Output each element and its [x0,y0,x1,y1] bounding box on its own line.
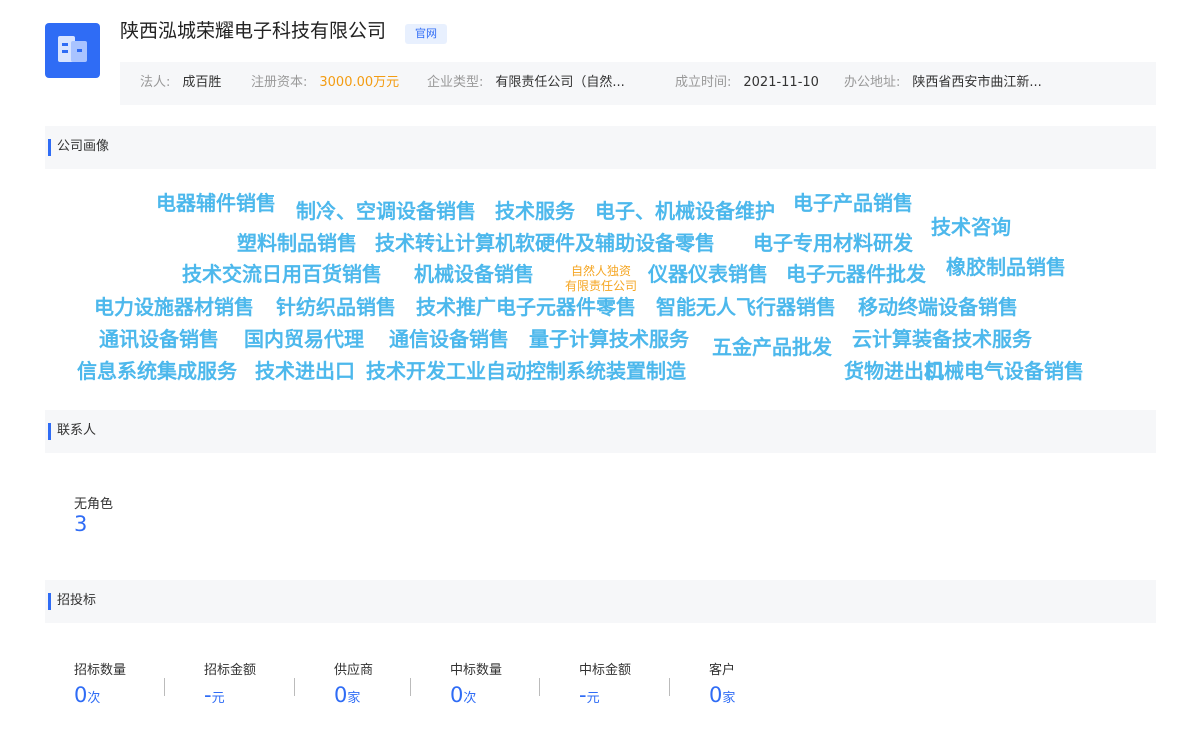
stat-divider [164,678,165,696]
cloud-word[interactable]: 量子计算技术服务 [529,329,689,349]
info-legal-person: 法人: 成百胜 [140,62,221,104]
section-company-portrait: 公司画像 [45,126,1156,169]
stat-win-amount: 中标金额 -元 [579,662,631,712]
section-title: 联系人 [57,423,97,438]
cloud-center-line: 有限责任公司 [564,279,637,293]
cloud-word[interactable]: 机械电气设备销售 [924,361,1084,381]
cloud-word[interactable]: 计算机软硬件及辅助设备零售 [455,233,715,253]
cloud-word[interactable]: 电子专用材料研发 [753,233,913,253]
cloud-word[interactable]: 通信设备销售 [389,329,509,349]
cloud-word[interactable]: 工业自动控制系统装置制造 [446,361,686,381]
info-label: 企业类型: [427,75,484,90]
section-title: 公司画像 [57,139,110,154]
stat-label: 招标金额 [204,663,257,678]
stat-tender-amount: 招标金额 -元 [204,662,256,712]
stat-value[interactable]: 0家 [709,682,735,712]
cloud-word[interactable]: 仪器仪表销售 [648,264,768,284]
cloud-word[interactable]: 技术开发 [366,361,446,381]
company-logo-icon [45,23,100,78]
cloud-word[interactable]: 电子、机械设备维护 [595,201,775,221]
cloud-word[interactable]: 技术推广 [416,297,496,317]
cloud-word[interactable]: 电子产品销售 [793,193,913,213]
info-label: 办公地址: [844,75,901,90]
info-registered-capital: 注册资本: 3000.00万元 [251,62,399,104]
cloud-word[interactable]: 塑料制品销售 [237,233,357,253]
stat-label: 客户 [709,663,736,678]
info-value: 陕西省西安市曲江新... [912,75,1042,90]
cloud-word[interactable]: 技术进出口 [255,361,355,381]
company-name: 陕西泓城荣耀电子科技有限公司 [120,20,387,42]
stat-label: 中标金额 [579,663,632,678]
official-site-link[interactable]: 官网 [405,24,447,44]
stat-supplier: 供应商 0家 [334,662,373,712]
info-company-type: 企业类型: 有限责任公司（自然... [427,62,625,104]
info-office-address: 办公地址: 陕西省西安市曲江新... [844,62,1042,104]
stat-divider [294,678,295,696]
cloud-word[interactable]: 通讯设备销售 [99,329,219,349]
cloud-word[interactable]: 智能无人飞行器销售 [656,297,836,317]
stat-label: 供应商 [334,663,374,678]
info-label: 成立时间: [675,75,732,90]
company-info-bar: 法人: 成百胜 注册资本: 3000.00万元 企业类型: 有限责任公司（自然... … [120,62,1156,105]
stat-value[interactable]: -元 [204,682,256,712]
cloud-center-line: 自然人独资 [570,264,631,278]
cloud-word[interactable]: 日用百货销售 [262,264,382,284]
cloud-word[interactable]: 橡胶制品销售 [946,257,1066,277]
cloud-word[interactable]: 电器辅件销售 [156,193,276,213]
stat-divider [410,678,411,696]
stat-value[interactable]: 0次 [450,682,502,712]
stat-label: 招标数量 [74,663,127,678]
section-contacts: 联系人 [45,410,1156,453]
section-bidding: 招投标 [45,580,1156,623]
info-value[interactable]: 成百胜 [182,75,221,90]
cloud-word[interactable]: 机械设备销售 [414,264,534,284]
cloud-word[interactable]: 技术服务 [495,201,575,221]
stat-divider [669,678,670,696]
cloud-word[interactable]: 移动终端设备销售 [858,297,1018,317]
info-value: 2021-11-10 [743,75,819,90]
stat-divider [539,678,540,696]
cloud-word[interactable]: 五金产品批发 [712,337,832,357]
info-value: 有限责任公司（自然... [495,75,625,90]
cloud-word[interactable]: 电子元器件批发 [786,264,926,284]
contact-role-label: 无角色 [74,497,114,512]
info-established-date: 成立时间: 2021-11-10 [675,62,819,104]
section-marker [48,593,51,610]
section-marker [48,423,51,440]
cloud-word[interactable]: 信息系统集成服务 [77,361,237,381]
cloud-word[interactable]: 针纺织品销售 [276,297,396,317]
info-value: 3000.00万元 [319,75,400,90]
info-label: 法人: [140,75,171,90]
cloud-word[interactable]: 技术咨询 [931,217,1011,237]
contact-role-count[interactable]: 3 [74,512,87,536]
stat-label: 中标数量 [450,663,503,678]
stat-customer: 客户 0家 [709,662,735,712]
cloud-word[interactable]: 技术转让 [375,233,455,253]
cloud-word[interactable]: 制冷、空调设备销售 [296,201,476,221]
stat-value[interactable]: -元 [579,682,631,712]
cloud-word[interactable]: 云计算装备技术服务 [852,329,1032,349]
cloud-word[interactable]: 电力设施器材销售 [94,297,254,317]
cloud-word[interactable]: 电子元器件零售 [496,297,636,317]
section-title: 招投标 [57,593,97,608]
stat-tender-count: 招标数量 0次 [74,662,126,712]
cloud-word[interactable]: 技术交流 [182,264,262,284]
info-label: 注册资本: [251,75,308,90]
stat-win-count: 中标数量 0次 [450,662,502,712]
section-marker [48,139,51,156]
word-cloud-center: 自然人独资 有限责任公司 [558,264,644,294]
cloud-word[interactable]: 国内贸易代理 [244,329,364,349]
stat-value[interactable]: 0家 [334,682,373,712]
stat-value[interactable]: 0次 [74,682,126,712]
